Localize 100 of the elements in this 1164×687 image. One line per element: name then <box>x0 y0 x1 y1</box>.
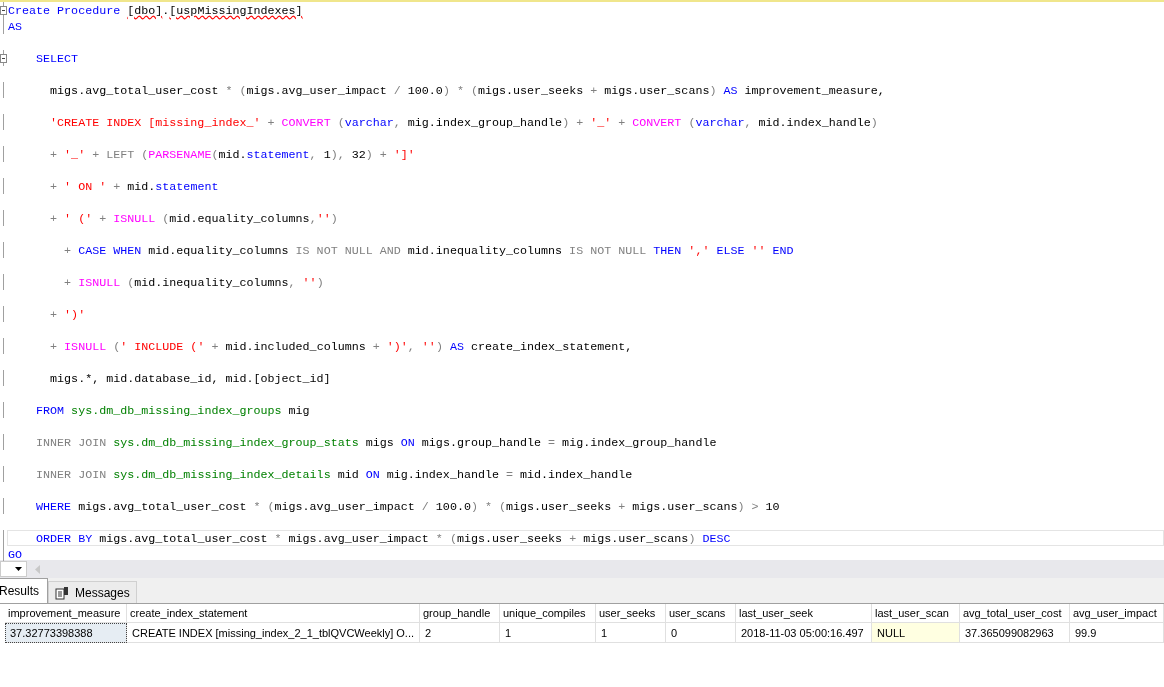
code-token: migs.avg_user_impact <box>287 532 429 546</box>
table-cell[interactable]: 37.32773398388 <box>5 623 127 643</box>
code-token: mid.inequality_columns <box>406 244 563 258</box>
code-token: ON <box>399 436 415 450</box>
code-token: ' (' <box>64 212 93 226</box>
code-token: + <box>98 212 108 226</box>
code-token: * ( <box>225 84 247 98</box>
code-token: mig.index_group_handle <box>406 116 563 130</box>
code-token: migs.user_seeks <box>506 500 612 514</box>
code-token: ) <box>316 276 324 290</box>
table-cell[interactable]: 2 <box>420 623 500 643</box>
results-tab[interactable]: Results <box>0 578 48 603</box>
code-token: sys.dm_db_missing_index_details <box>112 468 331 482</box>
collapse-icon[interactable] <box>0 53 7 63</box>
column-header[interactable]: create_index_statement <box>127 604 420 623</box>
code-token: Create Procedure <box>8 4 122 18</box>
code-token: migs.avg_user_impact <box>274 500 415 514</box>
code-token: mid.index_handle <box>519 468 633 482</box>
column-header[interactable]: avg_user_impact <box>1070 604 1164 623</box>
messages-icon <box>55 585 69 600</box>
code-token: mid.equality_columns <box>169 212 310 226</box>
code-token: migs.user_seeks <box>477 84 585 98</box>
table-cell[interactable]: 0 <box>666 623 736 643</box>
code-token: '' <box>750 244 766 258</box>
zoom-dropdown[interactable] <box>0 561 27 577</box>
caret-icon <box>15 567 22 571</box>
code-token: sys.dm_db_missing_index_group_stats <box>112 436 359 450</box>
code-token: + <box>49 340 59 354</box>
code-token: ), <box>330 148 345 162</box>
code-token: + <box>590 84 598 98</box>
code-token: + <box>210 340 219 354</box>
code-token: IS NOT NULL AND <box>294 244 401 258</box>
code-token: ')' <box>385 340 408 354</box>
code-token: migs.user_scans <box>603 84 710 98</box>
code-token: migs.avg_total_user_cost <box>77 500 247 514</box>
column-header[interactable]: user_seeks <box>596 604 666 623</box>
code-token: migs.avg_total_user_cost <box>49 84 220 98</box>
table-cell[interactable]: 1 <box>500 623 596 643</box>
code-token: CONVERT <box>280 116 331 130</box>
code-token: ISNULL <box>113 212 156 226</box>
code-token: mid.included_columns <box>224 340 366 354</box>
code-token: , <box>309 148 317 162</box>
code-token: SELECT <box>35 52 79 66</box>
code-token: + <box>49 180 59 194</box>
code-token: ) + <box>365 148 387 162</box>
code-token: 100.0 <box>434 500 471 514</box>
code-token: '_' <box>64 148 86 162</box>
code-token: 'CREATE INDEX [missing_index_' <box>49 116 261 130</box>
code-token: migs.user_scans <box>582 532 689 546</box>
code-token: ( <box>126 276 135 290</box>
table-cell[interactable]: NULL <box>872 623 960 643</box>
table-cell[interactable]: CREATE INDEX [missing_index_2_1_tblQVCWeekly] O... <box>127 623 420 643</box>
table-cell[interactable]: 99.9 <box>1070 623 1164 643</box>
code-token: ) + <box>562 116 584 130</box>
table-cell[interactable]: 37.365099082963 <box>960 623 1070 643</box>
code-token: migs.avg_user_impact <box>246 84 388 98</box>
code-token: , <box>309 212 317 226</box>
code-token: + <box>112 180 121 194</box>
code-token: 10 <box>764 500 780 514</box>
code-token: improvement_measure, <box>743 84 885 98</box>
code-token: = <box>547 436 556 450</box>
code-token: ( <box>687 116 696 130</box>
code-token: migs.avg_total_user_cost <box>98 532 268 546</box>
code-token: * ( <box>434 532 457 546</box>
code-token: statement <box>155 180 219 194</box>
code-token: + <box>568 532 577 546</box>
column-header[interactable]: avg_total_user_cost <box>960 604 1070 623</box>
code-token: INNER JOIN <box>35 436 107 450</box>
code-token: + <box>49 308 59 322</box>
code-token: AS <box>8 20 23 34</box>
column-header[interactable]: unique_compiles <box>500 604 596 623</box>
code-token: ' ON ' <box>64 180 107 194</box>
code-token: ',' <box>687 244 710 258</box>
column-header[interactable]: last_user_seek <box>736 604 872 623</box>
code-token: , <box>407 340 415 354</box>
code-token: [dbo] <box>127 4 163 18</box>
code-token: [uspMissingIndexes] <box>169 4 303 18</box>
code-token: + <box>617 500 626 514</box>
table-cell[interactable]: 1 <box>596 623 666 643</box>
code-token: migs.user_seeks <box>456 532 563 546</box>
code-token: ) <box>709 84 717 98</box>
code-token: ) * ( <box>442 84 478 98</box>
code-token: + <box>49 148 59 162</box>
code-token: ) * ( <box>470 500 506 514</box>
code-token: mid <box>336 468 359 482</box>
code-token: , <box>744 116 752 130</box>
code-token: + <box>371 340 380 354</box>
code-token: migs.user_scans <box>631 500 738 514</box>
column-header[interactable]: group_handle <box>420 604 500 623</box>
collapse-icon[interactable] <box>0 5 7 15</box>
code-token: '_' <box>589 116 612 130</box>
results-tab[interactable]: Messages <box>48 581 137 603</box>
code-token: / <box>420 500 429 514</box>
code-token: CASE WHEN <box>78 244 142 258</box>
code-token: '' <box>316 212 331 226</box>
column-header[interactable]: user_scans <box>666 604 736 623</box>
code-token: WHERE <box>35 500 72 514</box>
code-token: mig.index_handle <box>385 468 499 482</box>
code-token: ) > <box>737 500 759 514</box>
code-token: + <box>63 276 73 290</box>
